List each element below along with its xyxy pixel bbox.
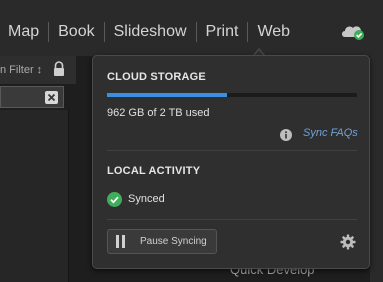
module-map[interactable]: Map	[0, 20, 48, 44]
storage-used-text: 962 GB of 2 TB used	[107, 107, 210, 119]
module-book[interactable]: Book	[49, 20, 103, 44]
pause-icon	[116, 235, 126, 248]
storage-progress-fill	[107, 93, 228, 97]
local-activity-title: LOCAL ACTIVITY	[107, 165, 201, 177]
section-divider	[107, 219, 357, 220]
left-panel	[0, 110, 69, 282]
storage-progress-bar	[107, 93, 357, 97]
cloud-sync-popover: CLOUD STORAGE 962 GB of 2 TB used Sync F…	[92, 55, 370, 269]
gear-icon[interactable]	[340, 234, 356, 250]
info-icon[interactable]	[280, 128, 292, 141]
filter-label[interactable]: n Filter ↕	[0, 64, 42, 76]
module-web[interactable]: Web	[248, 20, 299, 44]
module-picker: Map Book Slideshow Print Web	[0, 20, 299, 44]
section-divider	[107, 150, 357, 151]
module-slideshow[interactable]: Slideshow	[105, 20, 196, 44]
sync-status-text: Synced	[128, 193, 165, 205]
pause-syncing-label: Pause Syncing	[140, 236, 207, 247]
sync-faqs-link[interactable]: Sync FAQs	[303, 127, 358, 139]
module-bar: Map Book Slideshow Print Web	[0, 0, 383, 56]
cloud-storage-title: CLOUD STORAGE	[107, 71, 206, 83]
close-icon[interactable]	[45, 91, 58, 104]
cloud-sync-icon[interactable]	[340, 21, 366, 41]
check-circle-icon	[107, 192, 122, 207]
module-print[interactable]: Print	[197, 20, 248, 44]
pause-syncing-button[interactable]: Pause Syncing	[107, 229, 217, 254]
lock-icon[interactable]	[52, 61, 66, 77]
right-panel	[370, 56, 383, 282]
